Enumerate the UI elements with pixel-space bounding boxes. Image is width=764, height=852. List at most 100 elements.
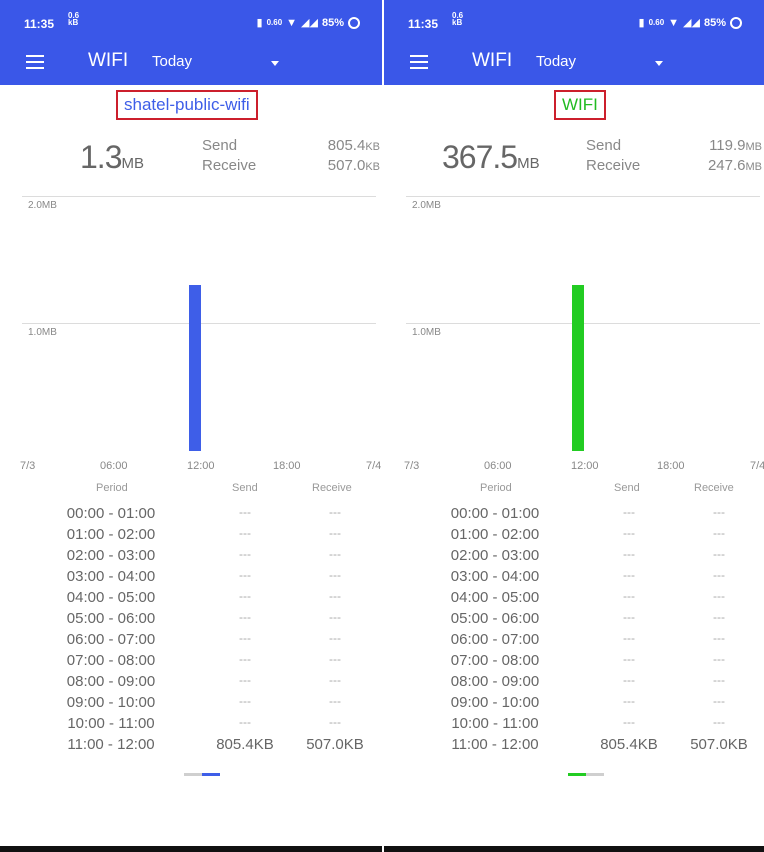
send-value: 119.9MB [709,137,762,154]
usage-table[interactable]: 00:00 - 01:00 --- --- 01:00 - 02:00 --- --- 02… [384,505,764,763]
receive-value: 507.0KB [328,157,380,174]
send-cell: --- [623,715,635,729]
table-row: 06:00 - 07:00 --- --- [0,631,382,652]
send-cell: --- [623,547,635,561]
period-cell: 10:00 - 11:00 [67,715,155,732]
send-cell: --- [239,631,251,645]
send-unit: MB [745,141,763,153]
period-cell: 04:00 - 05:00 [66,589,156,606]
status-bar: 11:35 0.6 kB ▮ 0.60 ▼ ◢◢ 85% [384,0,764,40]
table-row: 07:00 - 08:00 --- --- [0,652,382,673]
receive-cell: --- [329,631,341,645]
gridline-top [22,196,376,197]
receive-column-header: Receive [694,482,734,494]
status-time: 11:35 [408,17,439,31]
period-cell: 11:00 - 12:00 [67,736,155,753]
total-usage: 1.3MB [80,139,144,176]
send-cell: --- [623,589,635,603]
period-cell: 02:00 - 03:00 [66,547,156,564]
chevron-down-icon[interactable] [271,61,279,66]
net-speed-unit: kB [452,18,463,27]
x-tick-label: 7/4 [366,460,382,472]
chevron-down-icon[interactable] [655,61,663,66]
period-select[interactable]: Today [536,53,576,70]
receive-cell: --- [713,673,725,687]
vibrate-icon: ▮ [638,17,645,29]
table-row: 09:00 - 10:00 --- --- [0,694,382,715]
receive-cell: --- [329,526,341,540]
battery-percent: 85% [703,16,726,29]
receive-cell: --- [329,568,341,582]
status-icons: ▮ 0.60 ▼ ◢◢ 85% [639,16,742,29]
period-cell: 05:00 - 06:00 [450,610,540,627]
send-cell: --- [239,652,251,666]
send-cell: --- [623,694,635,708]
receive-unit: MB [745,161,763,173]
send-cell: --- [623,652,635,666]
send-cell: --- [239,673,251,687]
table-row: 10:00 - 11:00 --- --- [0,715,382,736]
table-row: 08:00 - 09:00 --- --- [0,673,382,694]
receive-cell: --- [713,547,725,561]
battery-percent: 85% [321,16,344,29]
receive-cell: --- [329,694,341,708]
period-select[interactable]: Today [152,53,192,70]
y-tick-label: 2.0MB [28,200,57,211]
receive-column-header: Receive [312,482,352,494]
table-row: 08:00 - 09:00 --- --- [384,673,764,694]
table-row: 01:00 - 02:00 --- --- [384,526,764,547]
table-row: 03:00 - 04:00 --- --- [0,568,382,589]
send-label: Send [202,137,238,154]
receive-amount: 507.0 [327,157,366,174]
table-row: 03:00 - 04:00 --- --- [384,568,764,589]
menu-icon[interactable] [410,55,428,69]
send-cell: --- [239,694,251,708]
status-bar: 11:35 0.6 kB ▮ 0.60 ▼ ◢◢ 85% [0,0,382,40]
table-row: 05:00 - 06:00 --- --- [0,610,382,631]
send-cell: --- [623,673,635,687]
wifi-icon: ▼ [286,16,298,29]
receive-cell: --- [713,526,725,540]
menu-icon[interactable] [26,55,44,69]
send-label: Send [586,137,622,154]
period-cell: 03:00 - 04:00 [450,568,540,585]
receive-cell: --- [329,652,341,666]
y-tick-label: 2.0MB [412,200,441,211]
period-cell: 06:00 - 07:00 [66,631,156,648]
x-tick-label: 7/3 [404,460,420,472]
period-cell: 11:00 - 12:00 [451,736,539,753]
send-cell: --- [623,610,635,624]
x-tick-label: 18:00 [273,460,301,472]
chart-bar [189,285,201,451]
y-tick-label: 1.0MB [412,327,441,338]
net-speed-indicator: 0.6 kB [68,12,79,27]
total-unit: MB [121,155,144,172]
status-icons: ▮ 0.60 ▼ ◢◢ 85% [257,16,360,29]
period-cell: 08:00 - 09:00 [450,673,540,690]
table-row: 07:00 - 08:00 --- --- [384,652,764,673]
usage-table[interactable]: 00:00 - 01:00 --- --- 01:00 - 02:00 --- --- 02… [0,505,382,763]
receive-label: Receive [202,157,257,174]
receive-cell: --- [713,652,725,666]
period-cell: 04:00 - 05:00 [450,589,540,606]
receive-cell: --- [329,715,341,729]
total-unit: MB [517,155,540,172]
table-row: 11:00 - 12:00 805.4KB 507.0KB [0,736,382,757]
page-dot-active [202,773,220,776]
page-indicator [568,773,604,776]
total-usage: 367.5MB [442,139,540,176]
chart-bar [572,285,584,451]
receive-cell: --- [713,715,725,729]
page-dot-inactive [586,773,604,776]
period-cell: 00:00 - 01:00 [66,505,156,522]
period-cell: 05:00 - 06:00 [66,610,156,627]
left-screen: 11:35 0.6 kB ▮ 0.60 ▼ ◢◢ 85% WIFI Today … [0,0,382,852]
total-value: 367.5 [442,139,518,175]
send-cell: --- [239,505,251,519]
usage-chart: 2.0MB 1.0MB 7/3 06:00 12:00 18:00 7/4 [0,190,382,475]
send-column-header: Send [614,482,640,494]
signal-icon: ◢◢ [301,17,318,29]
x-tick-label: 06:00 [484,460,512,472]
table-row: 01:00 - 02:00 --- --- [0,526,382,547]
x-tick-label: 06:00 [100,460,128,472]
